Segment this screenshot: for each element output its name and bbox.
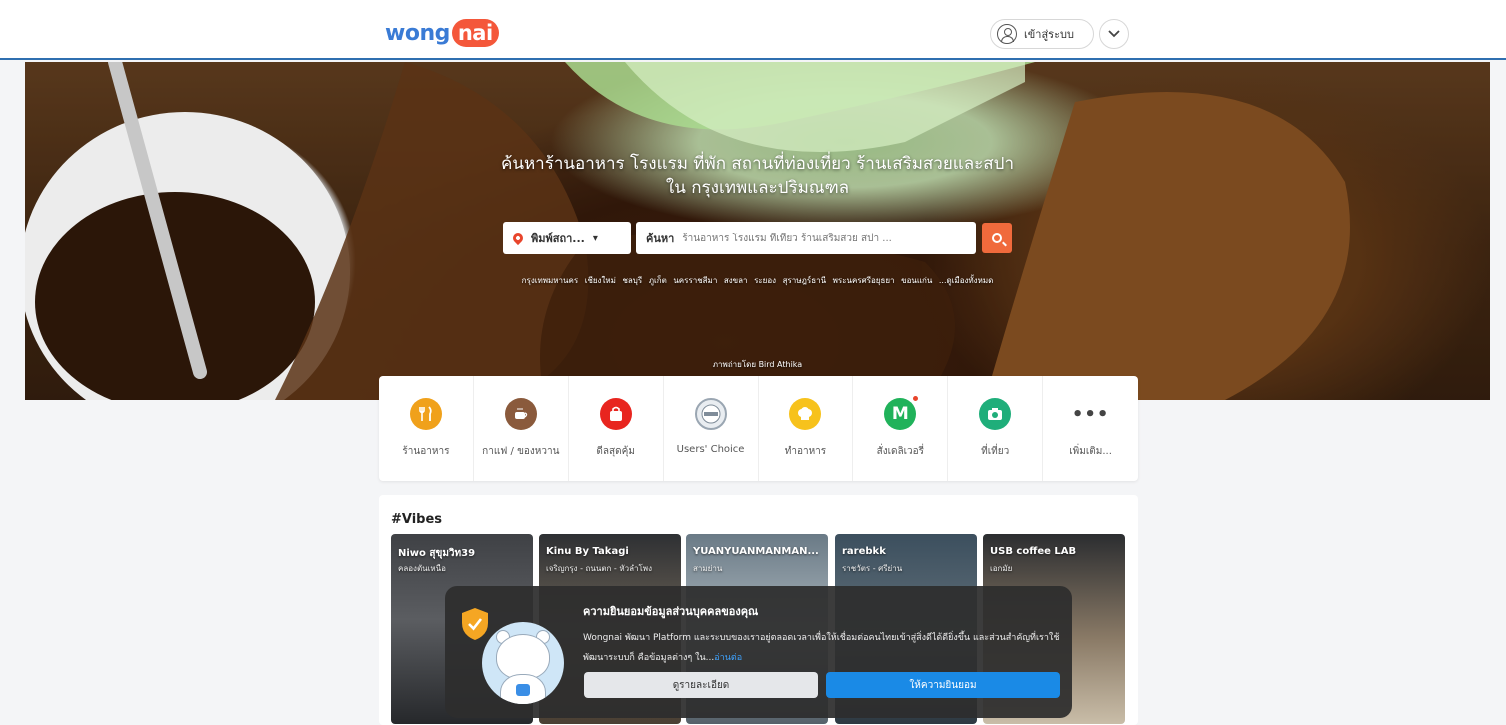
coffee-icon xyxy=(504,398,537,430)
vibe-name: Kinu By Takagi xyxy=(546,546,629,557)
city-link[interactable]: นครราชสีมา xyxy=(673,276,717,285)
chevron-down-icon xyxy=(1108,30,1120,38)
logo-wong: wong xyxy=(385,20,450,46)
category-coffee-dessert[interactable]: กาแฟ / ของหวาน xyxy=(474,376,569,481)
city-link[interactable]: สงขลา xyxy=(724,276,748,285)
all-cities-link[interactable]: ...ดูเมืองทั้งหมด xyxy=(939,276,993,285)
vibe-name: USB coffee LAB xyxy=(990,546,1077,557)
category-cooking[interactable]: ทำอาหาร xyxy=(759,376,854,481)
category-users-choice[interactable]: Users' Choice xyxy=(664,376,759,481)
hero-title-line-1: ค้นหาร้านอาหาร โรงแรม ที่พัก สถานที่ท่อง… xyxy=(500,154,1015,174)
category-label: ร้านอาหาร xyxy=(402,446,450,457)
category-more[interactable]: ••• เพิ่มเติม... xyxy=(1043,376,1138,481)
category-label: ทำอาหาร xyxy=(784,446,827,457)
fork-knife-icon xyxy=(409,398,442,430)
accept-consent-button[interactable]: ให้ความยินยอม xyxy=(826,672,1060,698)
notification-dot xyxy=(912,395,920,402)
search-button[interactable] xyxy=(982,223,1012,253)
chef-hat-icon xyxy=(789,398,822,430)
city-links: กรุงเทพมหานคร เชียงใหม่ ชลบุรี ภูเก็ต นค… xyxy=(25,274,1490,287)
category-label: สั่งเดลิเวอรี่ xyxy=(876,446,925,457)
shopping-bag-icon xyxy=(599,398,632,430)
consent-title: ความยินยอมข้อมูลส่วนบุคคลของคุณ xyxy=(583,605,759,618)
category-delivery[interactable]: M สั่งเดลิเวอรี่ xyxy=(853,376,949,481)
category-travel[interactable]: ที่เที่ยว xyxy=(948,376,1044,481)
category-deals[interactable]: ดีลสุดคุ้ม xyxy=(569,376,664,481)
login-button[interactable]: เข้าสู่ระบบ xyxy=(990,19,1094,49)
category-label: เพิ่มเติม... xyxy=(1069,446,1112,457)
privacy-consent-popup: ความยินยอมข้อมูลส่วนบุคคลของคุณ Wongnai … xyxy=(445,586,1072,718)
hero-title: ค้นหาร้านอาหาร โรงแรม ที่พัก สถานที่ท่อง… xyxy=(25,152,1490,200)
hero-title-line-2: ใน กรุงเทพและปริมณฑล xyxy=(665,178,850,198)
vibe-location: เอกมัย xyxy=(990,564,1013,573)
more-dots-icon: ••• xyxy=(1072,398,1108,430)
users-choice-badge-icon xyxy=(694,398,727,430)
category-label: ที่เที่ยว xyxy=(981,446,1010,457)
logo-nai: nai xyxy=(451,19,499,47)
city-link[interactable]: ระยอง xyxy=(754,276,776,285)
vibe-location: เจริญกรุง - ถนนตก - หัวลำโพง xyxy=(546,564,652,573)
view-details-button[interactable]: ดูรายละเอียด xyxy=(584,672,818,698)
city-link[interactable]: ขอนแก่น xyxy=(901,276,932,285)
read-more-link[interactable]: อ่านต่อ xyxy=(714,653,742,663)
vibe-name: YUANYUANMANMAN... xyxy=(693,546,819,557)
city-link[interactable]: พระนครศรีอยุธยา xyxy=(833,276,895,285)
vibe-location: สามย่าน xyxy=(693,564,723,573)
category-label: ดีลสุดคุ้ม xyxy=(596,446,635,457)
location-pin-icon xyxy=(510,230,526,246)
photo-credit: ภาพถ่ายโดย Bird Athika xyxy=(712,360,803,369)
city-link[interactable]: ภูเก็ต xyxy=(649,276,667,285)
category-restaurant[interactable]: ร้านอาหาร xyxy=(379,376,474,481)
wongnai-home: wong nai เข้าสู่ระบบ ค้นหาร้านอาหาร โรงแร… xyxy=(0,0,1506,725)
camera-icon xyxy=(979,398,1012,430)
category-bar: ร้านอาหาร กาแฟ / ของหวาน ดีลสุดคุ้ม User… xyxy=(379,376,1138,481)
shield-icon xyxy=(462,608,488,640)
vibe-name: rarebkk xyxy=(842,546,886,557)
category-label: Users' Choice xyxy=(676,444,745,455)
vibe-location: คลองตันเหนือ xyxy=(398,564,446,573)
vibe-location: ราชวัตร - ศรีย่าน xyxy=(842,564,903,573)
consent-text: Wongnai พัฒนา Platform และระบบของเราอยู่… xyxy=(583,628,1063,668)
city-link[interactable]: ชลบุรี xyxy=(622,276,642,285)
user-icon xyxy=(997,24,1017,44)
category-label: กาแฟ / ของหวาน xyxy=(482,446,560,457)
login-label: เข้าสู่ระบบ xyxy=(1024,28,1074,41)
location-label: พิมพ์สถา... xyxy=(531,232,585,245)
vibes-title: #Vibes xyxy=(391,512,443,527)
hero-banner: ค้นหาร้านอาหาร โรงแรม ที่พัก สถานที่ท่อง… xyxy=(25,62,1490,400)
location-select[interactable]: พิมพ์สถา... ▾ xyxy=(503,222,631,254)
city-link[interactable]: เชียงใหม่ xyxy=(585,276,616,285)
delivery-m-icon: M xyxy=(884,395,920,430)
bear-mascot-icon xyxy=(482,622,564,704)
menu-dropdown-button[interactable] xyxy=(1099,19,1129,49)
top-header: wong nai เข้าสู่ระบบ xyxy=(0,0,1506,60)
search-box[interactable]: ค้นหา xyxy=(636,222,976,254)
city-link[interactable]: สุราษฎร์ธานี xyxy=(783,276,826,285)
chevron-down-icon: ▾ xyxy=(592,232,598,244)
consent-body: Wongnai พัฒนา Platform และระบบของเราอยู่… xyxy=(583,633,1060,663)
wongnai-logo[interactable]: wong nai xyxy=(385,18,499,48)
search-input[interactable] xyxy=(682,232,933,244)
vibe-name: Niwo สุขุมวิท39 xyxy=(398,548,476,559)
search-label: ค้นหา xyxy=(646,232,675,245)
city-link[interactable]: กรุงเทพมหานคร xyxy=(522,276,578,285)
search-icon xyxy=(992,233,1002,243)
